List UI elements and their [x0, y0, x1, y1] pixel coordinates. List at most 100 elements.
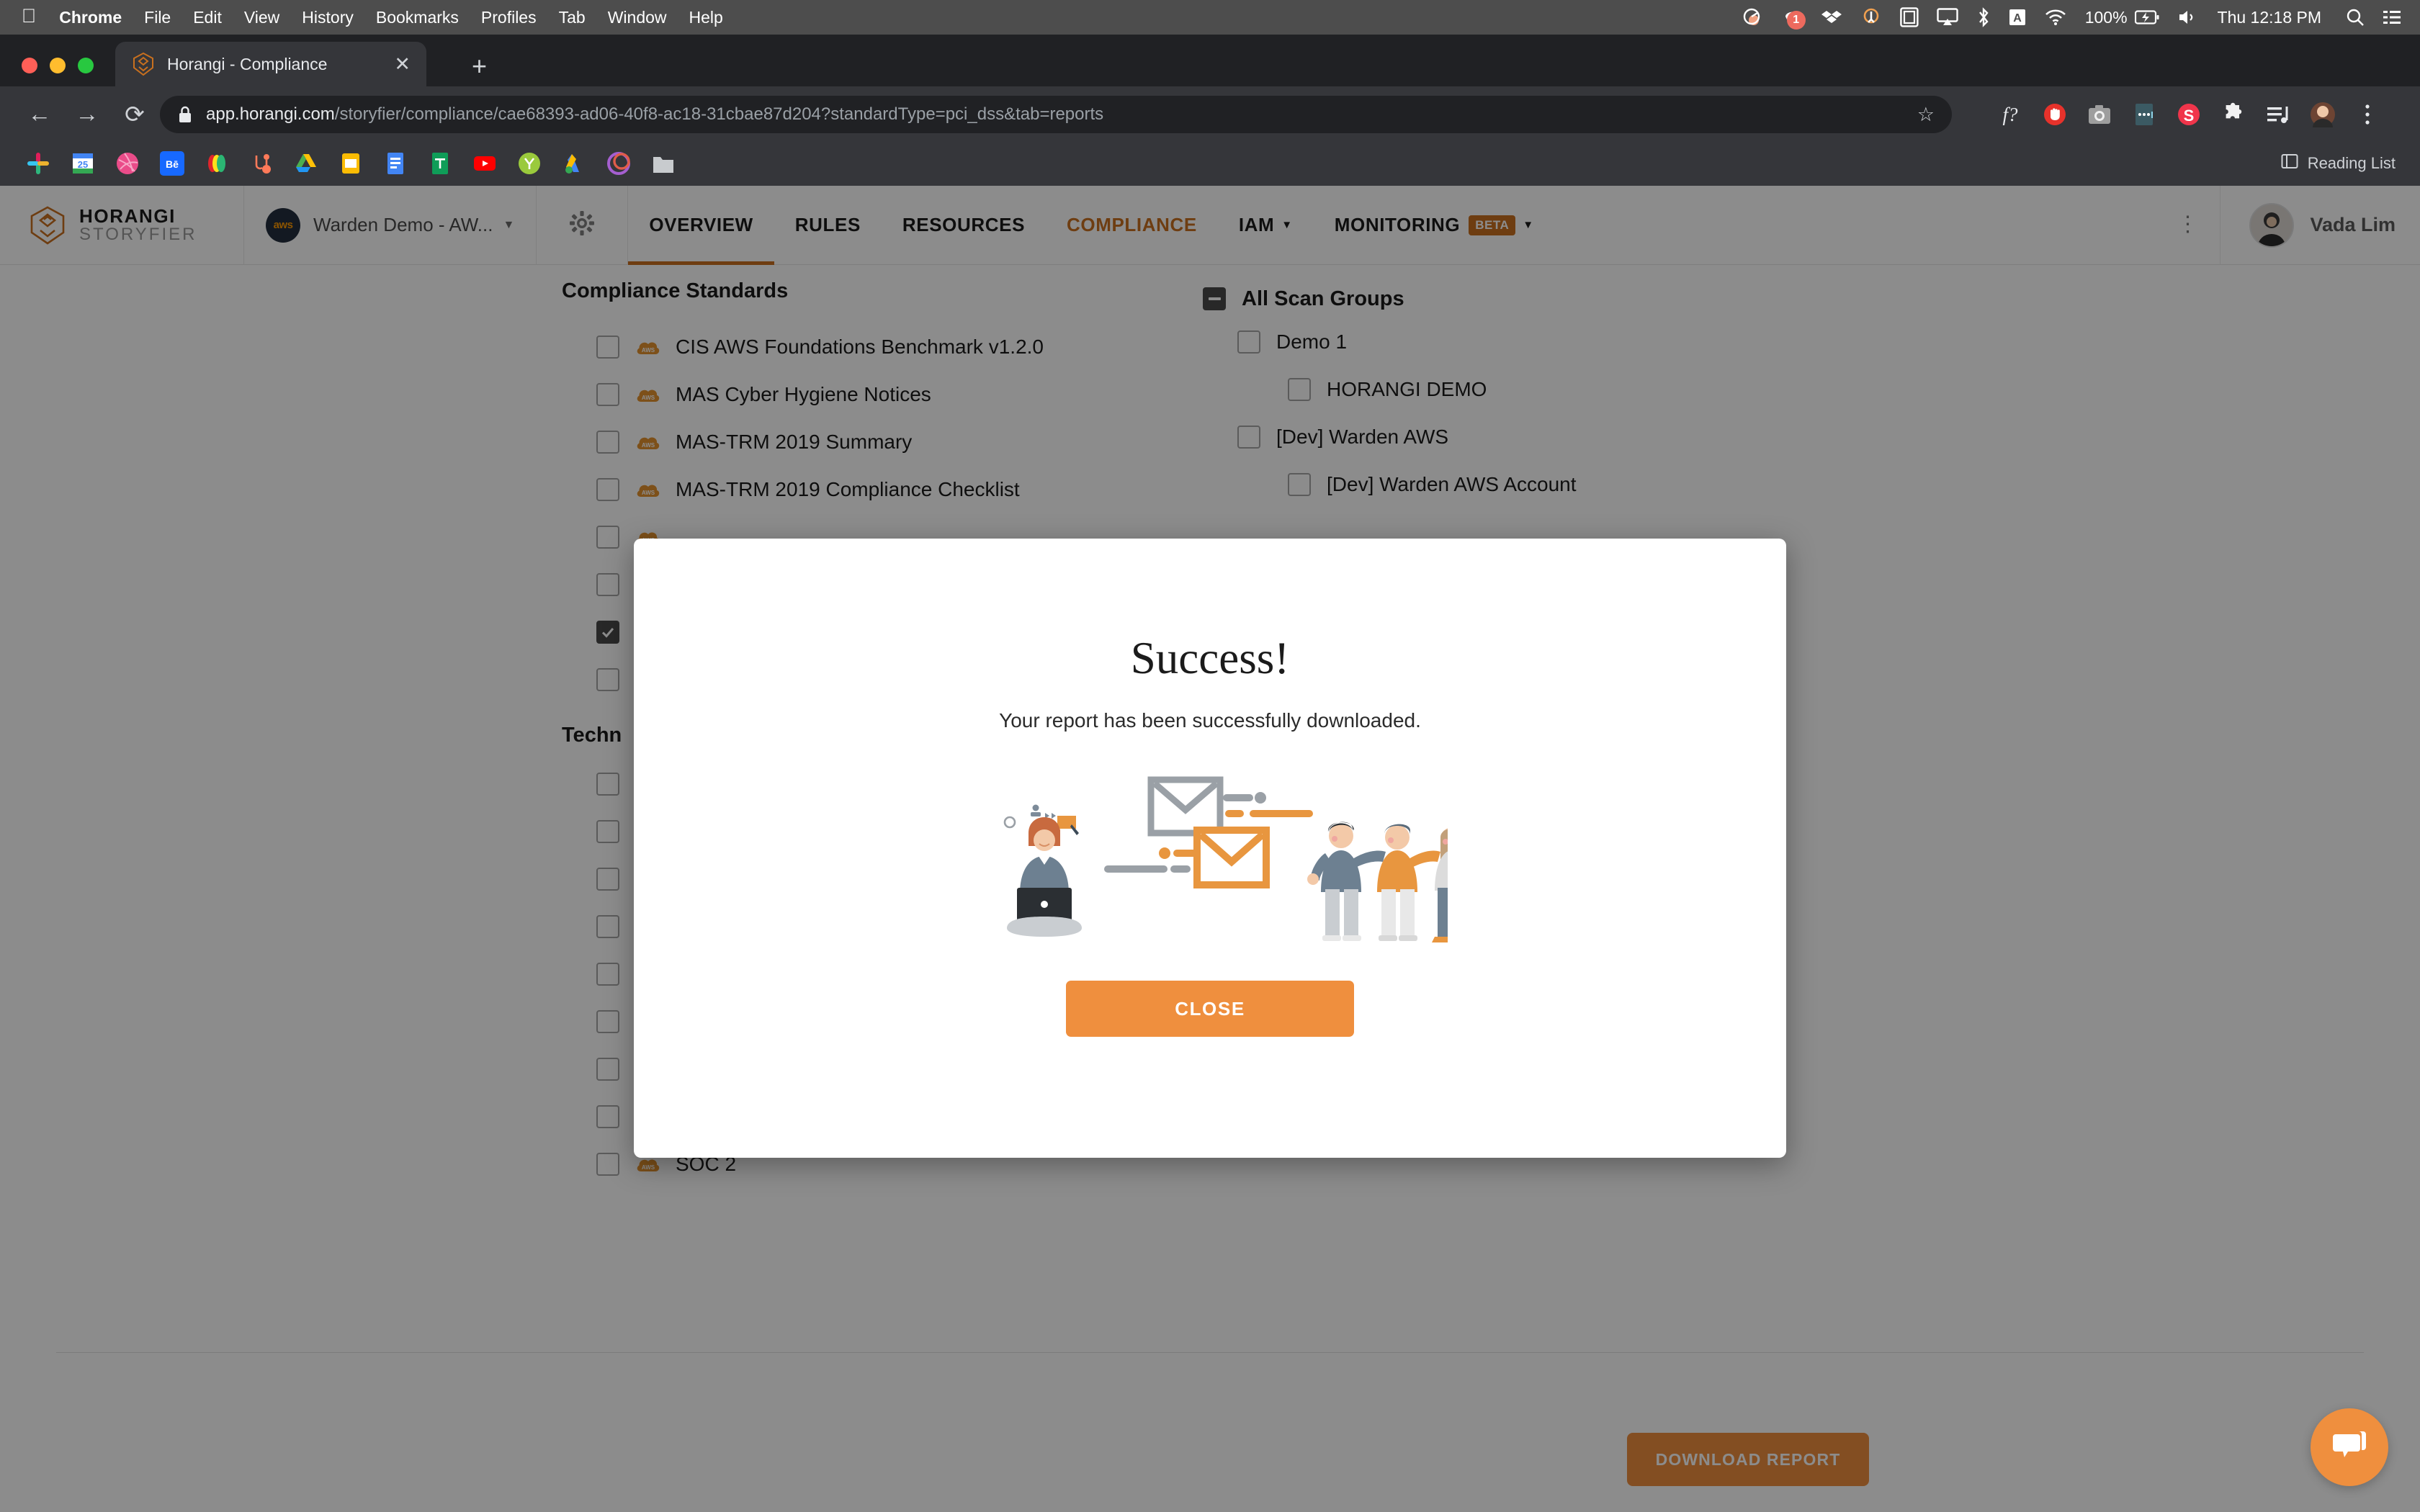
scan-group-checkbox-3[interactable] [1288, 473, 1311, 496]
menu-item-tab[interactable]: Tab [559, 8, 586, 27]
standard-checkbox-5[interactable] [596, 573, 619, 596]
standard-checkbox-1[interactable] [596, 383, 619, 406]
browser-tab[interactable]: Horangi - Compliance ✕ [115, 42, 426, 86]
nav-rules[interactable]: RULES [774, 186, 882, 265]
control-center-icon[interactable] [2383, 9, 2401, 25]
standard-row-0[interactable]: AWS CIS AWS Foundations Benchmark v1.2.0 [562, 323, 1109, 371]
standard-row-3[interactable]: AWS MAS-TRM 2019 Compliance Checklist [562, 466, 1109, 513]
bluetooth-icon[interactable] [1976, 6, 1991, 28]
behance-bookmark[interactable]: Bē [150, 141, 194, 186]
standard2-checkbox-1[interactable] [596, 820, 619, 843]
scan-group-checkbox-2[interactable] [1237, 426, 1260, 449]
volume-icon[interactable] [2177, 9, 2196, 26]
keyboard-input-icon[interactable]: A [2009, 7, 2026, 27]
menu-item-history[interactable]: History [302, 8, 354, 27]
google-sheets-bookmark[interactable] [418, 141, 462, 186]
standard2-checkbox-4[interactable] [596, 963, 619, 986]
scan-group-row-2[interactable]: [Dev] Warden AWS [1203, 413, 1779, 461]
menu-item-chrome[interactable]: Chrome [59, 8, 122, 27]
address-bar[interactable]: app.horangi.com/storyfier/compliance/cae… [160, 96, 1952, 133]
google-ads-bookmark[interactable] [552, 141, 596, 186]
menubar-clock[interactable]: Thu 12:18 PM [2218, 8, 2321, 27]
standard2-checkbox-8[interactable] [596, 1153, 619, 1176]
battery-charging-icon[interactable] [2134, 10, 2159, 24]
nav-iam[interactable]: IAM ▼ [1218, 186, 1314, 265]
airplay-icon[interactable] [1937, 8, 1958, 27]
grammarly-icon[interactable] [1742, 6, 1763, 28]
star-icon[interactable]: ☆ [1917, 104, 1935, 126]
folder-bookmark[interactable] [641, 141, 686, 186]
close-icon[interactable]: ✕ [394, 54, 411, 74]
google-drive-bookmark[interactable] [284, 141, 328, 186]
menu-item-help[interactable]: Help [689, 8, 723, 27]
standard-row-2[interactable]: AWS MAS-TRM 2019 Summary [562, 418, 1109, 466]
back-arrow-icon[interactable]: ← [16, 100, 63, 127]
google-calendar-bookmark[interactable]: 25 [60, 141, 105, 186]
standard-checkbox-6[interactable] [596, 621, 619, 644]
hubspot-bookmark[interactable] [239, 141, 284, 186]
scan-group-row-3[interactable]: [Dev] Warden AWS Account [1203, 461, 1779, 508]
notification-badge-icon[interactable]: 1 [1781, 6, 1806, 30]
nav-resources[interactable]: RESOURCES [882, 186, 1046, 265]
loom-bookmark[interactable] [596, 141, 641, 186]
yubico-bookmark[interactable] [507, 141, 552, 186]
display-mirror-icon[interactable] [1899, 7, 1919, 27]
standard-checkbox-2[interactable] [596, 431, 619, 454]
all-scan-groups-checkbox[interactable] [1203, 287, 1226, 310]
close-window-button[interactable] [22, 58, 37, 73]
screenshot-icon[interactable] [2077, 96, 2122, 133]
scan-group-checkbox-0[interactable] [1237, 330, 1260, 354]
menu-item-window[interactable]: Window [608, 8, 667, 27]
scan-group-checkbox-1[interactable] [1288, 378, 1311, 401]
all-scan-groups-row[interactable]: All Scan Groups [1203, 279, 1779, 318]
nav-overview[interactable]: OVERVIEW [628, 186, 775, 265]
wifi-icon[interactable] [2044, 9, 2067, 26]
download-report-button[interactable]: DOWNLOAD REPORT [1627, 1433, 1869, 1486]
hubstaff-icon[interactable] [1860, 6, 1882, 28]
mailchimp-bookmark[interactable] [194, 141, 239, 186]
puzzle-extensions-icon[interactable] [2211, 96, 2256, 133]
standard-checkbox-7[interactable] [596, 668, 619, 691]
notes-icon[interactable] [2122, 96, 2166, 133]
user-menu[interactable]: Vada Lim [2249, 202, 2396, 248]
menu-item-view[interactable]: View [244, 8, 279, 27]
standard-checkbox-4[interactable] [596, 526, 619, 549]
app-brand[interactable]: HORANGI STORYFIER [27, 205, 243, 246]
spotlight-search-icon[interactable] [2346, 8, 2365, 27]
sourcegraph-icon[interactable]: S [2166, 96, 2211, 133]
standard-row-1[interactable]: AWS MAS Cyber Hygiene Notices [562, 371, 1109, 418]
reload-icon[interactable]: ⟳ [111, 100, 158, 128]
youtube-bookmark[interactable] [462, 141, 507, 186]
apple-icon[interactable]:  [22, 6, 36, 26]
menu-item-profiles[interactable]: Profiles [481, 8, 537, 27]
chat-widget-button[interactable] [2311, 1408, 2388, 1486]
google-docs-bookmark[interactable] [373, 141, 418, 186]
standard2-checkbox-7[interactable] [596, 1105, 619, 1128]
modal-close-button[interactable]: CLOSE [1066, 981, 1354, 1037]
font-inspector-icon[interactable]: f? [1988, 96, 2033, 133]
forward-arrow-icon[interactable]: → [63, 100, 111, 127]
playlist-icon[interactable] [2256, 96, 2300, 133]
standard-checkbox-0[interactable] [596, 336, 619, 359]
standard2-checkbox-2[interactable] [596, 868, 619, 891]
menu-item-bookmarks[interactable]: Bookmarks [376, 8, 459, 27]
standard2-checkbox-0[interactable] [596, 773, 619, 796]
standard2-checkbox-6[interactable] [596, 1058, 619, 1081]
more-options-icon[interactable]: ⋮ [2155, 214, 2220, 235]
nav-compliance[interactable]: COMPLIANCE [1046, 186, 1218, 265]
standard2-checkbox-5[interactable] [596, 1010, 619, 1033]
dropbox-icon[interactable] [1821, 9, 1842, 25]
maximize-window-button[interactable] [78, 58, 94, 73]
standard2-checkbox-3[interactable] [596, 915, 619, 938]
scan-group-row-1[interactable]: HORANGI DEMO [1203, 366, 1779, 413]
standard-checkbox-3[interactable] [596, 478, 619, 501]
dribbble-bookmark[interactable] [105, 141, 150, 186]
account-selector[interactable]: aws Warden Demo - AW... ▼ [244, 207, 536, 243]
reading-list-button[interactable]: Reading List [2281, 153, 2396, 174]
profile-avatar-icon[interactable] [2300, 96, 2345, 133]
menu-item-file[interactable]: File [144, 8, 171, 27]
minimize-window-button[interactable] [50, 58, 66, 73]
chrome-menu-kebab-icon[interactable] [2345, 96, 2390, 133]
new-tab-button[interactable]: + [472, 53, 487, 79]
google-keep-bookmark[interactable] [328, 141, 373, 186]
